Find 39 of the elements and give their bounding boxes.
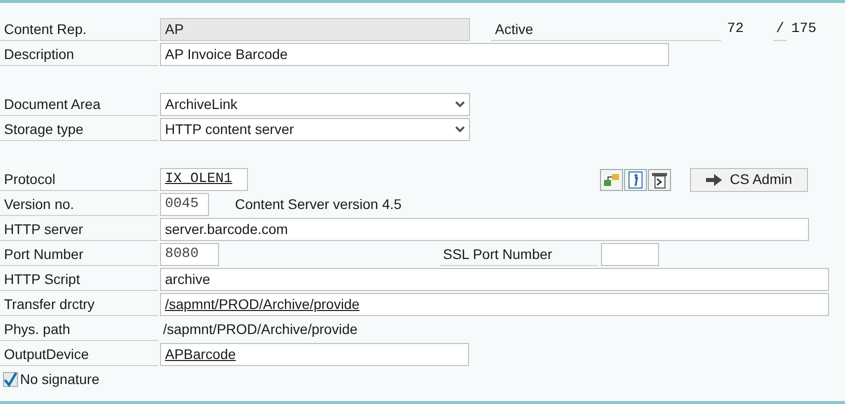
cs-admin-button[interactable]: CS Admin: [690, 168, 808, 192]
hierarchy-icon[interactable]: [600, 168, 623, 190]
arrow-right-icon: [706, 174, 722, 186]
field-label: Phys. path: [4, 321, 70, 337]
input-field[interactable]: 8080: [160, 243, 219, 266]
path-text: /sapmnt/PROD/Archive/provide: [163, 320, 358, 339]
field-label: Version no.: [4, 196, 74, 212]
input-field[interactable]: archive: [160, 268, 829, 291]
info-icon[interactable]: [624, 168, 647, 190]
version-text: Content Server version 4.5: [235, 195, 402, 214]
input-field[interactable]: IX_OLEN1: [160, 168, 248, 191]
input-field[interactable]: 0045: [160, 193, 209, 216]
chevron-down-icon: [455, 126, 465, 133]
field-label: OutputDevice: [4, 346, 89, 362]
input-field[interactable]: [601, 243, 659, 266]
field-label: HTTP Script: [4, 271, 80, 287]
input-field: AP: [160, 18, 470, 41]
input-field[interactable]: AP Invoice Barcode: [160, 43, 669, 66]
checkbox-label: No signature: [20, 370, 100, 389]
dropdown[interactable]: ArchiveLink: [160, 93, 470, 116]
separator-text: /: [772, 18, 788, 40]
input-field[interactable]: server.barcode.com: [160, 218, 809, 241]
field-label: Content Rep.: [4, 21, 86, 37]
input-field[interactable]: /sapmnt/PROD/Archive/provide: [160, 293, 829, 316]
field-label: Protocol: [4, 171, 56, 187]
input-field[interactable]: APBarcode: [160, 343, 469, 366]
field-label: Document Area: [4, 96, 100, 112]
dropdown[interactable]: HTTP content server: [160, 118, 470, 141]
record-number: 72: [727, 20, 744, 39]
field-label: Description: [4, 46, 74, 62]
status-text: Active: [495, 21, 534, 37]
field-label: Port Number: [4, 246, 84, 262]
field-label: Transfer drctry: [4, 296, 94, 312]
record-total: 175: [791, 20, 816, 39]
checkbox[interactable]: [3, 372, 18, 387]
field-label: SSL Port Number: [443, 246, 552, 262]
chevron-down-icon: [455, 101, 465, 108]
field-label: Storage type: [4, 121, 84, 137]
field-label: HTTP server: [4, 221, 84, 237]
